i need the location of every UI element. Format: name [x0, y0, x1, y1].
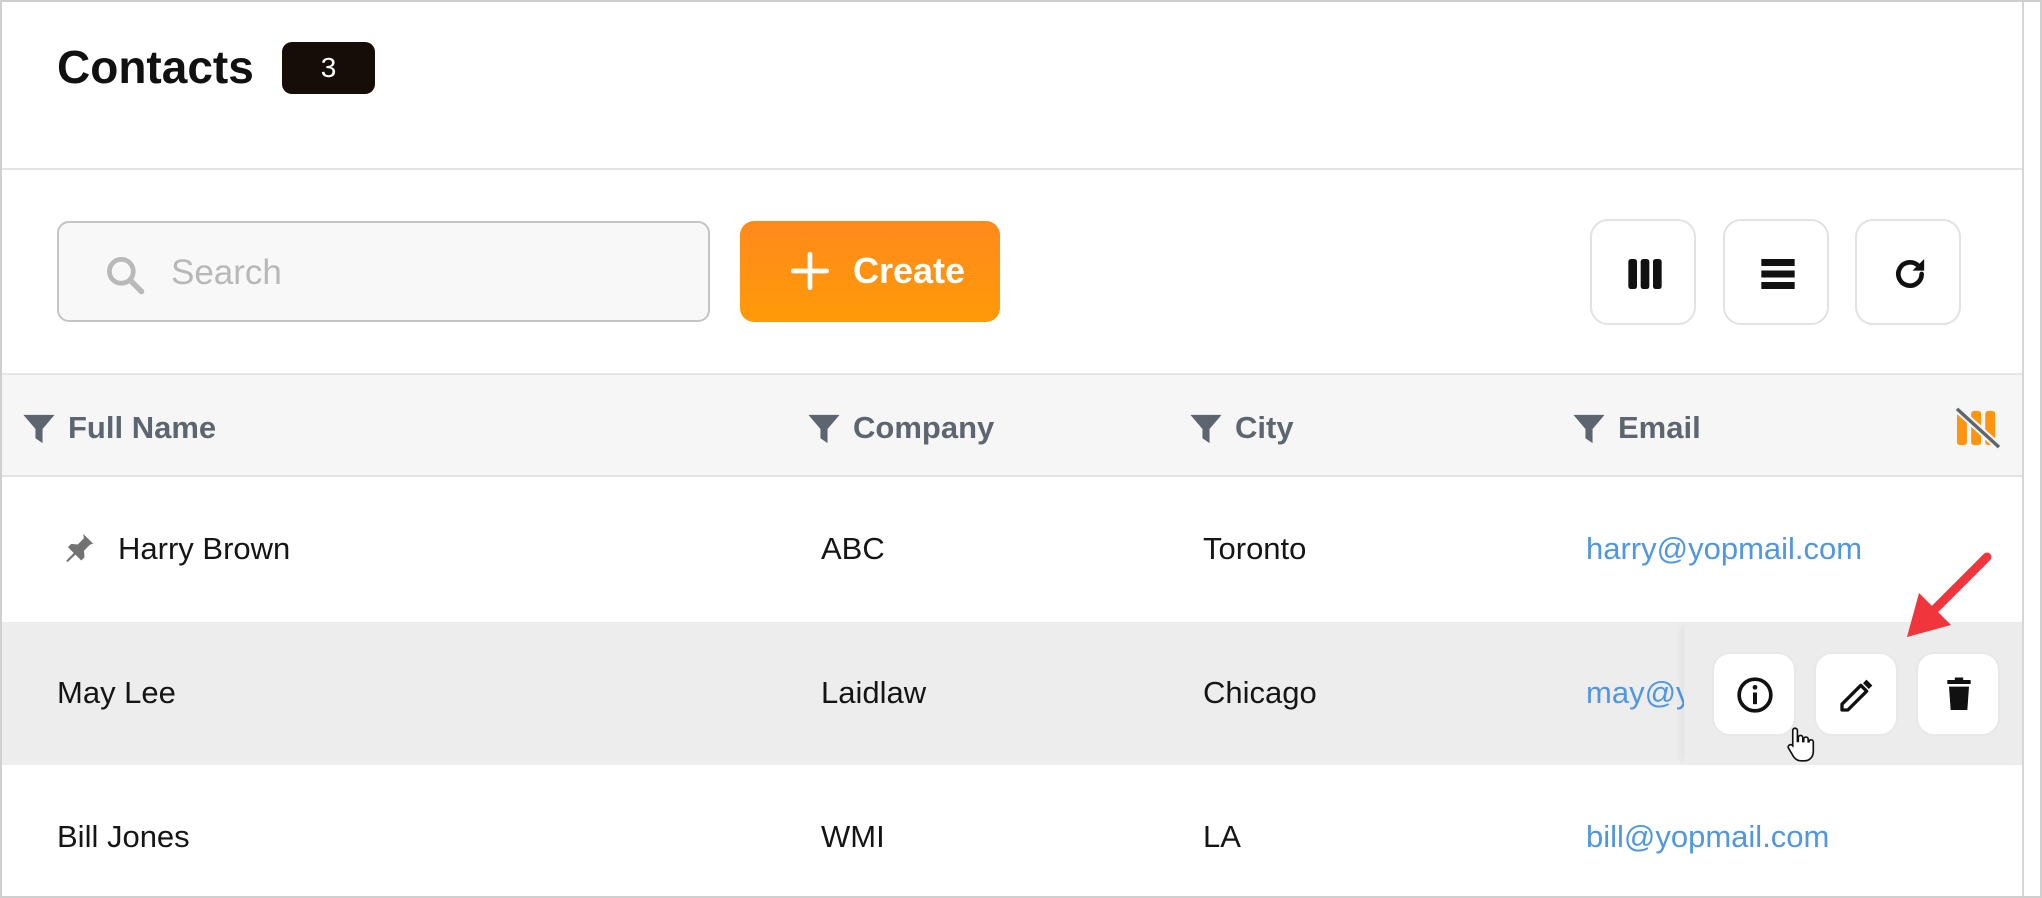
- annotation-arrow: [1907, 552, 1992, 637]
- filter-icon[interactable]: [1572, 411, 1606, 447]
- info-icon: [1737, 677, 1773, 713]
- column-header-email[interactable]: Email: [1572, 408, 1772, 448]
- hand-cursor-icon: [1787, 727, 1815, 762]
- column-header-company[interactable]: Company: [807, 408, 1047, 448]
- column-label: Email: [1618, 410, 1701, 445]
- cell-full-name: Harry Brown: [118, 531, 291, 566]
- cell-city: Toronto: [1203, 531, 1307, 566]
- delete-button[interactable]: [1916, 652, 2000, 736]
- contacts-page: Contacts 3 Create: [0, 0, 2042, 898]
- table-header: Full Name Company City Email: [2, 373, 2022, 477]
- column-header-full-name[interactable]: Full Name: [22, 408, 282, 448]
- column-label: City: [1235, 410, 1294, 445]
- columns-button[interactable]: [1590, 219, 1696, 325]
- density-button[interactable]: [1723, 219, 1829, 325]
- table-row[interactable]: Bill Jones WMI LA bill@yopmail.com: [2, 766, 2022, 896]
- search-icon: [107, 257, 145, 295]
- refresh-button[interactable]: [1855, 219, 1961, 325]
- cell-company: WMI: [821, 819, 885, 854]
- hide-columns-icon[interactable]: [1955, 407, 2001, 449]
- cell-city: LA: [1203, 819, 1241, 854]
- cell-full-name: Bill Jones: [57, 819, 190, 854]
- header-divider: [2, 168, 2022, 170]
- column-label: Full Name: [68, 410, 217, 445]
- table-row[interactable]: May Lee Laidlaw Chicago may@y: [2, 622, 2022, 765]
- cell-email-link[interactable]: harry@yopmail.com: [1586, 529, 1862, 569]
- plus-icon: [791, 252, 829, 290]
- cell-email-link[interactable]: may@y: [1586, 673, 1692, 713]
- cell-company: Laidlaw: [821, 675, 927, 710]
- columns-icon: [1628, 259, 1662, 289]
- page-title: Contacts: [57, 41, 254, 93]
- cell-full-name: May Lee: [57, 675, 176, 710]
- create-button[interactable]: Create: [740, 221, 1000, 322]
- edit-icon: [1840, 679, 1873, 712]
- list-density-icon: [1761, 259, 1795, 289]
- search-input[interactable]: [171, 243, 671, 303]
- delete-icon: [1947, 677, 1971, 710]
- edit-button[interactable]: [1814, 652, 1898, 736]
- filter-icon[interactable]: [1189, 411, 1223, 447]
- table-row[interactable]: Harry Brown ABC Toronto harry@yopmail.co…: [2, 478, 2022, 621]
- create-button-label: Create: [853, 250, 966, 291]
- search-box[interactable]: [57, 221, 710, 322]
- column-label: Company: [853, 410, 995, 445]
- count-badge: 3: [282, 42, 375, 94]
- cell-email-link[interactable]: bill@yopmail.com: [1586, 817, 1829, 857]
- filter-icon[interactable]: [807, 411, 841, 447]
- pin-icon[interactable]: [62, 530, 96, 566]
- cell-company: ABC: [821, 531, 885, 566]
- column-header-city[interactable]: City: [1189, 408, 1369, 448]
- info-button[interactable]: [1712, 652, 1796, 736]
- filter-icon[interactable]: [22, 411, 56, 447]
- cell-city: Chicago: [1203, 675, 1317, 710]
- refresh-icon: [1896, 259, 1925, 288]
- scrollbar[interactable]: [2022, 2, 2040, 896]
